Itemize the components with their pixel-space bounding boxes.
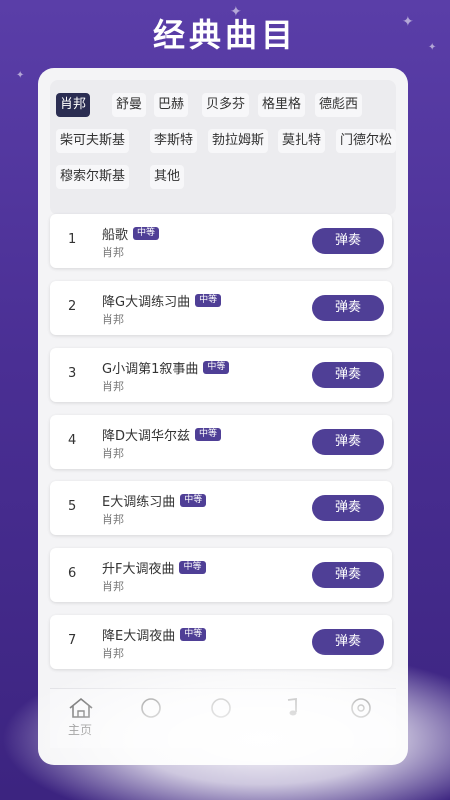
play-button[interactable]: 弹奏 — [312, 629, 384, 655]
composer-chip-debussy[interactable]: 德彪西 — [315, 93, 363, 117]
difficulty-badge: 中等 — [179, 561, 206, 574]
difficulty-badge: 中等 — [195, 428, 222, 441]
song-panel: 肖邦 舒曼 巴赫 贝多芬 格里格 德彪西 柴可夫斯基 李斯特 勃拉姆斯 莫扎特 … — [38, 68, 408, 765]
song-title: G小调第1叙事曲 中等 — [102, 358, 230, 377]
composer-chip-tchaikovsky[interactable]: 柴可夫斯基 — [56, 129, 130, 153]
music-note-icon — [287, 697, 297, 716]
song-row[interactable]: 6 升F大调夜曲 中等 肖邦 弹奏 — [50, 548, 392, 602]
difficulty-badge: 中等 — [133, 227, 160, 240]
composer-chip-grieg[interactable]: 格里格 — [258, 93, 306, 117]
song-composer: 肖邦 — [102, 313, 124, 326]
tab-home-label: 主页 — [67, 723, 92, 737]
play-button[interactable]: 弹奏 — [312, 362, 384, 388]
composer-chip-mendelssohn[interactable]: 门德尔松 — [336, 129, 397, 153]
song-row[interactable]: 3 G小调第1叙事曲 中等 肖邦 弹奏 — [50, 348, 392, 402]
composer-chip-schumann[interactable]: 舒曼 — [112, 93, 147, 117]
home-icon — [69, 697, 93, 718]
song-row[interactable]: 5 E大调练习曲 中等 肖邦 弹奏 — [50, 481, 392, 535]
song-number: 2 — [68, 299, 77, 314]
song-row[interactable]: 2 降G大调练习曲 中等 肖邦 弹奏 — [50, 281, 392, 335]
song-composer: 肖邦 — [102, 447, 124, 460]
song-composer: 肖邦 — [102, 380, 124, 393]
composer-chip-chopin[interactable]: 肖邦 — [56, 93, 91, 117]
difficulty-badge: 中等 — [180, 628, 207, 641]
song-composer: 肖邦 — [102, 246, 124, 259]
song-title: E大调练习曲 中等 — [102, 491, 207, 510]
circle-icon — [141, 698, 161, 718]
play-button[interactable]: 弹奏 — [312, 295, 384, 321]
composer-chip-liszt[interactable]: 李斯特 — [150, 129, 198, 153]
tab-5[interactable] — [330, 689, 390, 749]
play-button[interactable]: 弹奏 — [312, 429, 384, 455]
tab-2[interactable] — [120, 689, 180, 749]
song-title: 降D大调华尔兹 中等 — [102, 425, 222, 444]
play-button[interactable]: 弹奏 — [312, 495, 384, 521]
composer-chip-other[interactable]: 其他 — [150, 165, 185, 189]
song-row[interactable]: 7 降E大调夜曲 中等 肖邦 弹奏 — [50, 615, 392, 669]
tab-home[interactable]: 主页 — [50, 689, 110, 749]
difficulty-badge: 中等 — [195, 294, 222, 307]
song-composer: 肖邦 — [102, 513, 124, 526]
song-number: 6 — [68, 566, 77, 581]
difficulty-badge: 中等 — [203, 361, 230, 374]
song-number: 3 — [68, 366, 77, 381]
song-number: 5 — [68, 499, 77, 514]
song-number: 1 — [68, 232, 77, 247]
song-title: 降G大调练习曲 中等 — [102, 291, 222, 310]
song-row[interactable]: 4 降D大调华尔兹 中等 肖邦 弹奏 — [50, 415, 392, 469]
song-title: 降E大调夜曲 中等 — [102, 625, 207, 644]
play-button[interactable]: 弹奏 — [312, 228, 384, 254]
tab-4[interactable] — [260, 689, 320, 749]
song-number: 7 — [68, 633, 77, 648]
page-title: 经典曲目 — [152, 16, 297, 54]
bottom-tab-bar: 主页 — [50, 688, 396, 748]
composer-chip-brahms[interactable]: 勃拉姆斯 — [208, 129, 269, 153]
play-button[interactable]: 弹奏 — [312, 562, 384, 588]
composer-chip-bach[interactable]: 巴赫 — [154, 93, 189, 117]
tab-3[interactable] — [190, 689, 250, 749]
song-row[interactable]: 1 船歌 中等 肖邦 弹奏 — [50, 214, 392, 268]
song-number: 4 — [68, 433, 77, 448]
record-icon — [351, 698, 371, 718]
composer-chip-mozart[interactable]: 莫扎特 — [278, 129, 326, 153]
circle-icon — [211, 698, 231, 718]
difficulty-badge: 中等 — [180, 494, 207, 507]
song-composer: 肖邦 — [102, 647, 124, 660]
composer-chip-mussorgsky[interactable]: 穆索尔斯基 — [56, 165, 130, 189]
song-title: 升F大调夜曲 中等 — [102, 558, 206, 577]
composer-filter: 肖邦 舒曼 巴赫 贝多芬 格里格 德彪西 柴可夫斯基 李斯特 勃拉姆斯 莫扎特 … — [50, 80, 397, 215]
song-composer: 肖邦 — [102, 580, 124, 593]
song-title: 船歌 中等 — [102, 224, 160, 243]
composer-chip-beethoven[interactable]: 贝多芬 — [202, 93, 250, 117]
